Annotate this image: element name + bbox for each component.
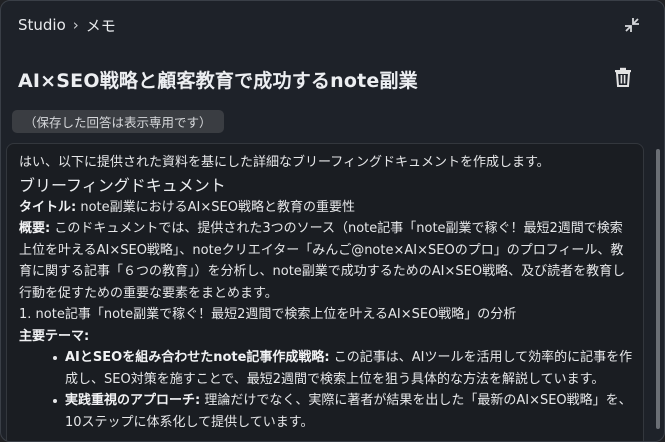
- note-body: はい、以下に提供された資料を基にした詳細なブリーフィングドキュメントを作成します…: [7, 144, 643, 433]
- title-label: タイトル:: [19, 199, 77, 215]
- collapse-button[interactable]: [622, 15, 642, 35]
- section-heading: ブリーフィングドキュメント: [19, 175, 226, 195]
- bullet-label: AIとSEOを組み合わせたnote記事作成戦略:: [65, 350, 330, 365]
- note-panel: Studio › メモ AI×SEO戦略と顧客教育で成功するnote副業 （保存…: [0, 0, 665, 442]
- breadcrumb: Studio › メモ: [18, 15, 116, 36]
- overview-paragraph: 概要: このドキュメントでは、提供された3つのソース（note記事「note副業…: [19, 218, 633, 304]
- note-title: AI×SEO戦略と顧客教育で成功するnote副業: [18, 69, 418, 92]
- note-content-area[interactable]: はい、以下に提供された資料を基にした詳細なブリーフィングドキュメントを作成します…: [6, 143, 644, 441]
- title-value: note副業におけるAI×SEO戦略と教育の重要性: [76, 199, 355, 215]
- overview-label: 概要:: [19, 221, 51, 236]
- list-item: AIとSEOを組み合わせたnote記事作成戦略: この記事は、AIツールを活用し…: [53, 347, 633, 390]
- title-row: AI×SEO戦略と顧客教育で成功するnote副業: [1, 59, 664, 99]
- themes-list: AIとSEOを組み合わせたnote記事作成戦略: この記事は、AIツールを活用し…: [53, 347, 633, 433]
- themes-label: 主要テーマ:: [19, 328, 90, 344]
- breadcrumb-separator: ›: [72, 16, 79, 34]
- breadcrumb-current: メモ: [85, 16, 116, 35]
- breadcrumb-studio[interactable]: Studio: [18, 16, 66, 34]
- content-scrollbar[interactable]: [650, 143, 664, 441]
- section-1-title: 1. note記事「note副業で稼ぐ！最短2週間で検索上位を叶えるAI×SEO…: [19, 307, 517, 322]
- bullet-label: 実践重視のアプローチ:: [65, 393, 201, 408]
- trash-icon: [615, 67, 631, 87]
- scrollbar-thumb[interactable]: [656, 149, 660, 429]
- intro-text: はい、以下に提供された資料を基にした詳細なブリーフィングドキュメントを作成します…: [19, 155, 550, 170]
- list-item: 実践重視のアプローチ: 理論だけでなく、実際に著者が結果を出した「最新のAI×S…: [53, 390, 633, 433]
- delete-note-button[interactable]: [612, 65, 634, 89]
- readonly-notice-chip: （保存した回答は表示専用です）: [12, 110, 224, 133]
- title-line: タイトル: note副業におけるAI×SEO戦略と教育の重要性: [19, 197, 633, 219]
- collapse-arrows-icon: [625, 18, 639, 32]
- themes-label-line: 主要テーマ:: [19, 326, 633, 348]
- top-bar: Studio › メモ: [1, 1, 664, 49]
- overview-value: このドキュメントでは、提供された3つのソース（note記事「note副業で稼ぐ！…: [19, 221, 626, 301]
